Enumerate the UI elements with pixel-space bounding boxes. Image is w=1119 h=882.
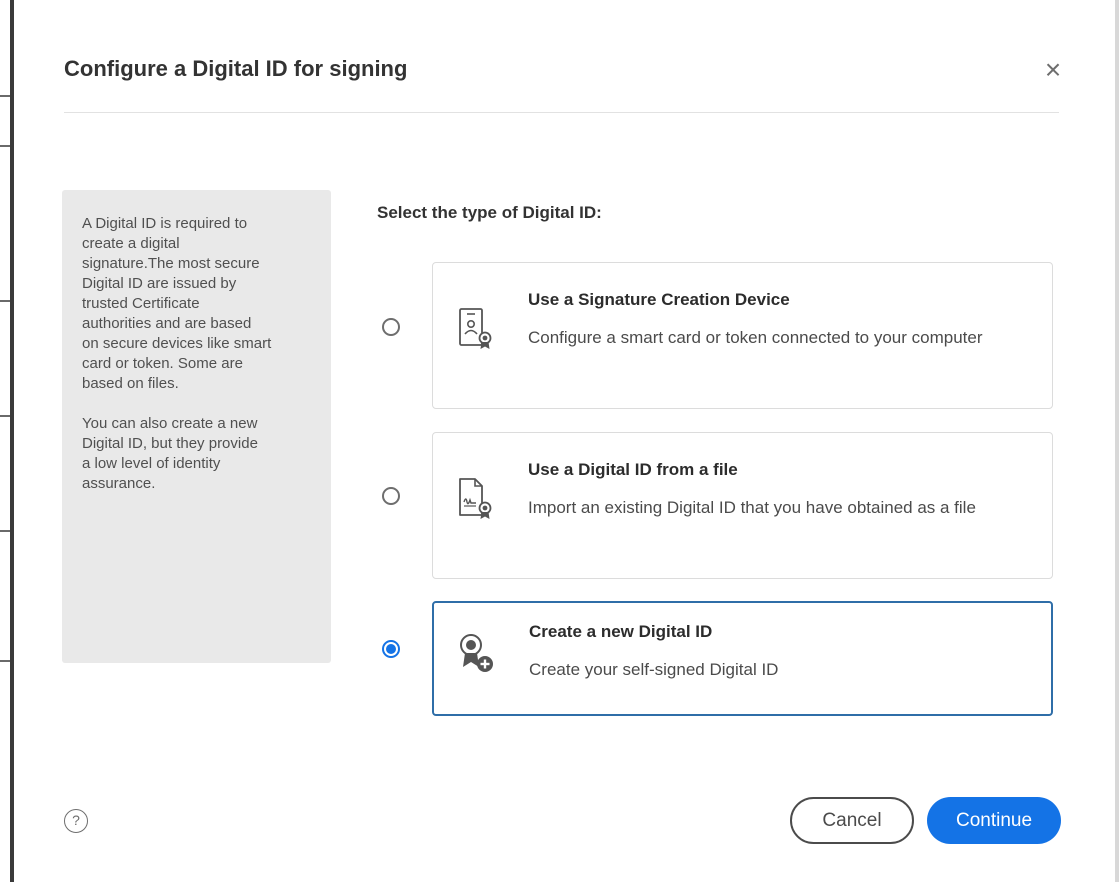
info-panel: A Digital ID is required to create a dig… — [62, 190, 331, 663]
smart-card-icon — [459, 308, 492, 349]
select-type-heading: Select the type of Digital ID: — [377, 203, 602, 222]
help-icon[interactable]: ? — [64, 809, 88, 833]
option-description: Create your self-signed Digital ID — [529, 660, 779, 679]
window-border-right — [1115, 0, 1119, 882]
window-border — [10, 0, 14, 882]
option-title: Create a new Digital ID — [529, 622, 713, 641]
close-icon[interactable]: × — [1038, 55, 1068, 85]
edge-tick — [0, 300, 10, 302]
cancel-button[interactable]: Cancel — [790, 797, 914, 844]
option-title: Use a Digital ID from a file — [528, 460, 738, 479]
info-paragraph-1: A Digital ID is required to create a dig… — [82, 215, 272, 392]
option-description: Import an existing Digital ID that you h… — [528, 498, 976, 517]
new-certificate-icon — [460, 634, 493, 672]
edge-tick — [0, 95, 10, 97]
edge-tick — [0, 145, 10, 147]
title-divider — [64, 112, 1059, 113]
option-title: Use a Signature Creation Device — [528, 290, 790, 309]
continue-button[interactable]: Continue — [927, 797, 1061, 844]
option-digital-id-file[interactable]: Use a Digital ID from a file Import an e… — [432, 432, 1053, 579]
digital-id-dialog: Configure a Digital ID for signing × A D… — [20, 0, 1115, 882]
radio-create-new-id[interactable] — [382, 640, 400, 658]
edge-tick — [0, 660, 10, 662]
option-create-new-id[interactable]: Create a new Digital ID Create your self… — [432, 601, 1053, 716]
certificate-file-icon — [459, 478, 492, 519]
edge-tick — [0, 415, 10, 417]
dialog-title: Configure a Digital ID for signing — [64, 56, 408, 81]
radio-signature-device[interactable] — [382, 318, 400, 336]
radio-digital-id-file[interactable] — [382, 487, 400, 505]
option-description: Configure a smart card or token connecte… — [528, 328, 983, 347]
edge-tick — [0, 530, 10, 532]
option-signature-device[interactable]: Use a Signature Creation Device Configur… — [432, 262, 1053, 409]
background-window-edge — [0, 0, 20, 882]
info-paragraph-2: You can also create a new Digital ID, bu… — [82, 415, 258, 492]
